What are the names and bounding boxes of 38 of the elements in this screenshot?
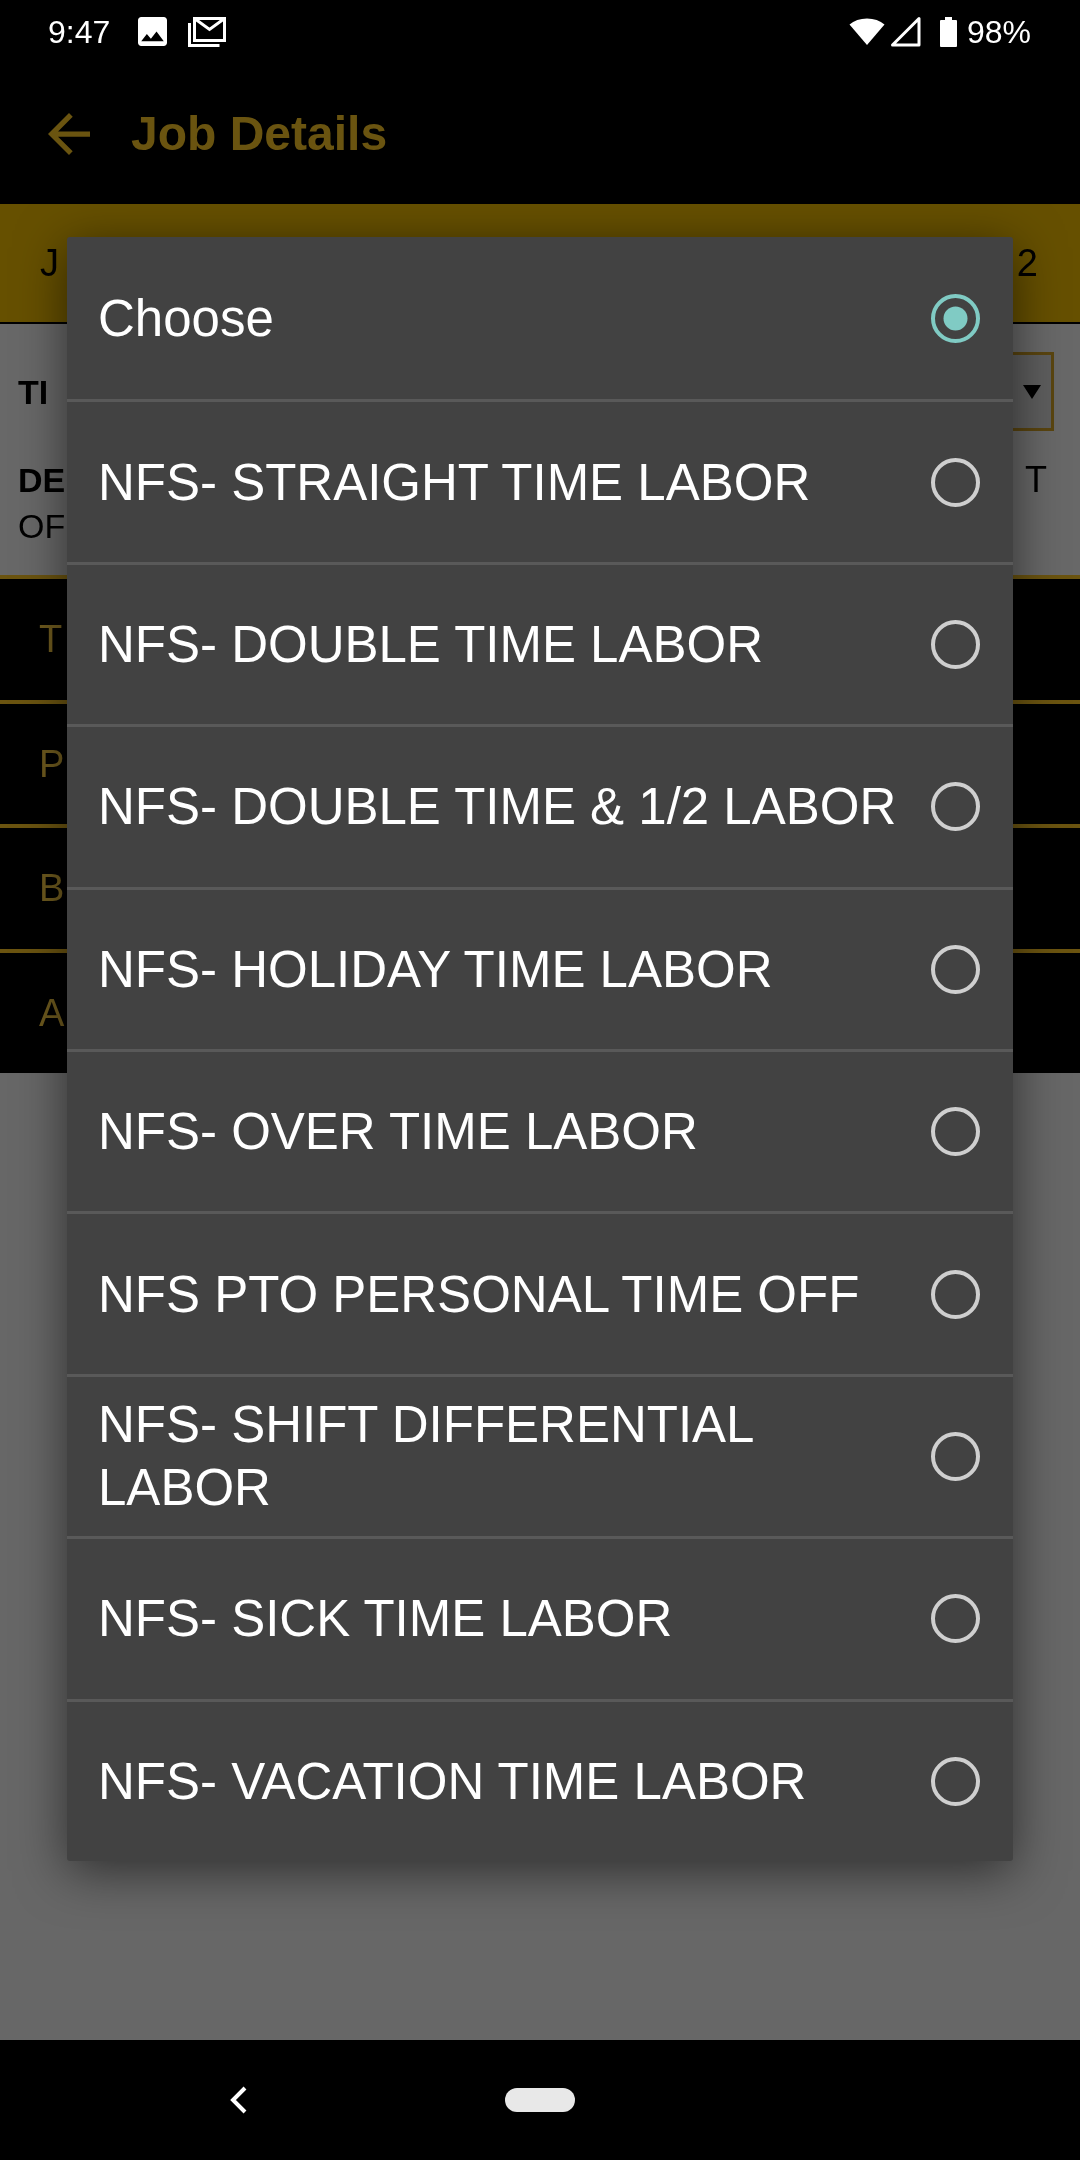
option-label[interactable]: NFS- DOUBLE TIME & 1/2 LABOR [98,775,915,839]
battery-percentage: 98% [966,13,1031,50]
radio-button[interactable] [931,457,980,507]
radio-button[interactable] [931,782,980,832]
option-label[interactable]: NFS- VACATION TIME LABOR [98,1749,915,1813]
radio-button[interactable] [931,1269,980,1319]
option-label[interactable]: NFS- SHIFT DIFFERENTIAL LABOR [98,1393,915,1520]
signal-icon [889,16,921,47]
caret-icon [1023,384,1041,399]
home-button[interactable] [505,2088,575,2112]
option-label[interactable]: NFS- HOLIDAY TIME LABOR [98,937,915,1001]
image-icon [138,17,168,46]
option-label[interactable]: NFS- OVER TIME LABOR [98,1100,915,1164]
option-label[interactable]: NFS- STRAIGHT TIME LABOR [98,450,915,514]
battery-icon [939,16,957,47]
option-label[interactable]: Choose [98,286,915,350]
radio-button[interactable] [931,293,980,343]
description-text: OF [18,506,66,547]
wifi-icon [848,18,885,45]
description-text: T [1025,458,1047,502]
radio-button[interactable] [931,944,980,994]
radio-button[interactable] [931,1594,980,1644]
mail-icon [188,16,227,47]
status-time: 9:47 [48,13,111,50]
option-label[interactable]: NFS- DOUBLE TIME LABOR [98,612,915,676]
description-label: DE [18,460,66,501]
radio-button[interactable] [931,619,980,669]
banner-text: 2 [1016,241,1038,285]
option-label[interactable]: NFS- SICK TIME LABOR [98,1587,915,1651]
field-label: TI [18,371,49,412]
radio-button[interactable] [931,1756,980,1806]
radio-button[interactable] [931,1431,980,1481]
screen-title: Job Details [131,105,388,162]
back-icon[interactable] [228,2085,248,2115]
back-arrow-icon[interactable] [48,112,90,155]
option-label[interactable]: NFS PTO PERSONAL TIME OFF [98,1262,915,1326]
radio-button[interactable] [931,1107,980,1157]
banner-text: J [40,241,59,285]
